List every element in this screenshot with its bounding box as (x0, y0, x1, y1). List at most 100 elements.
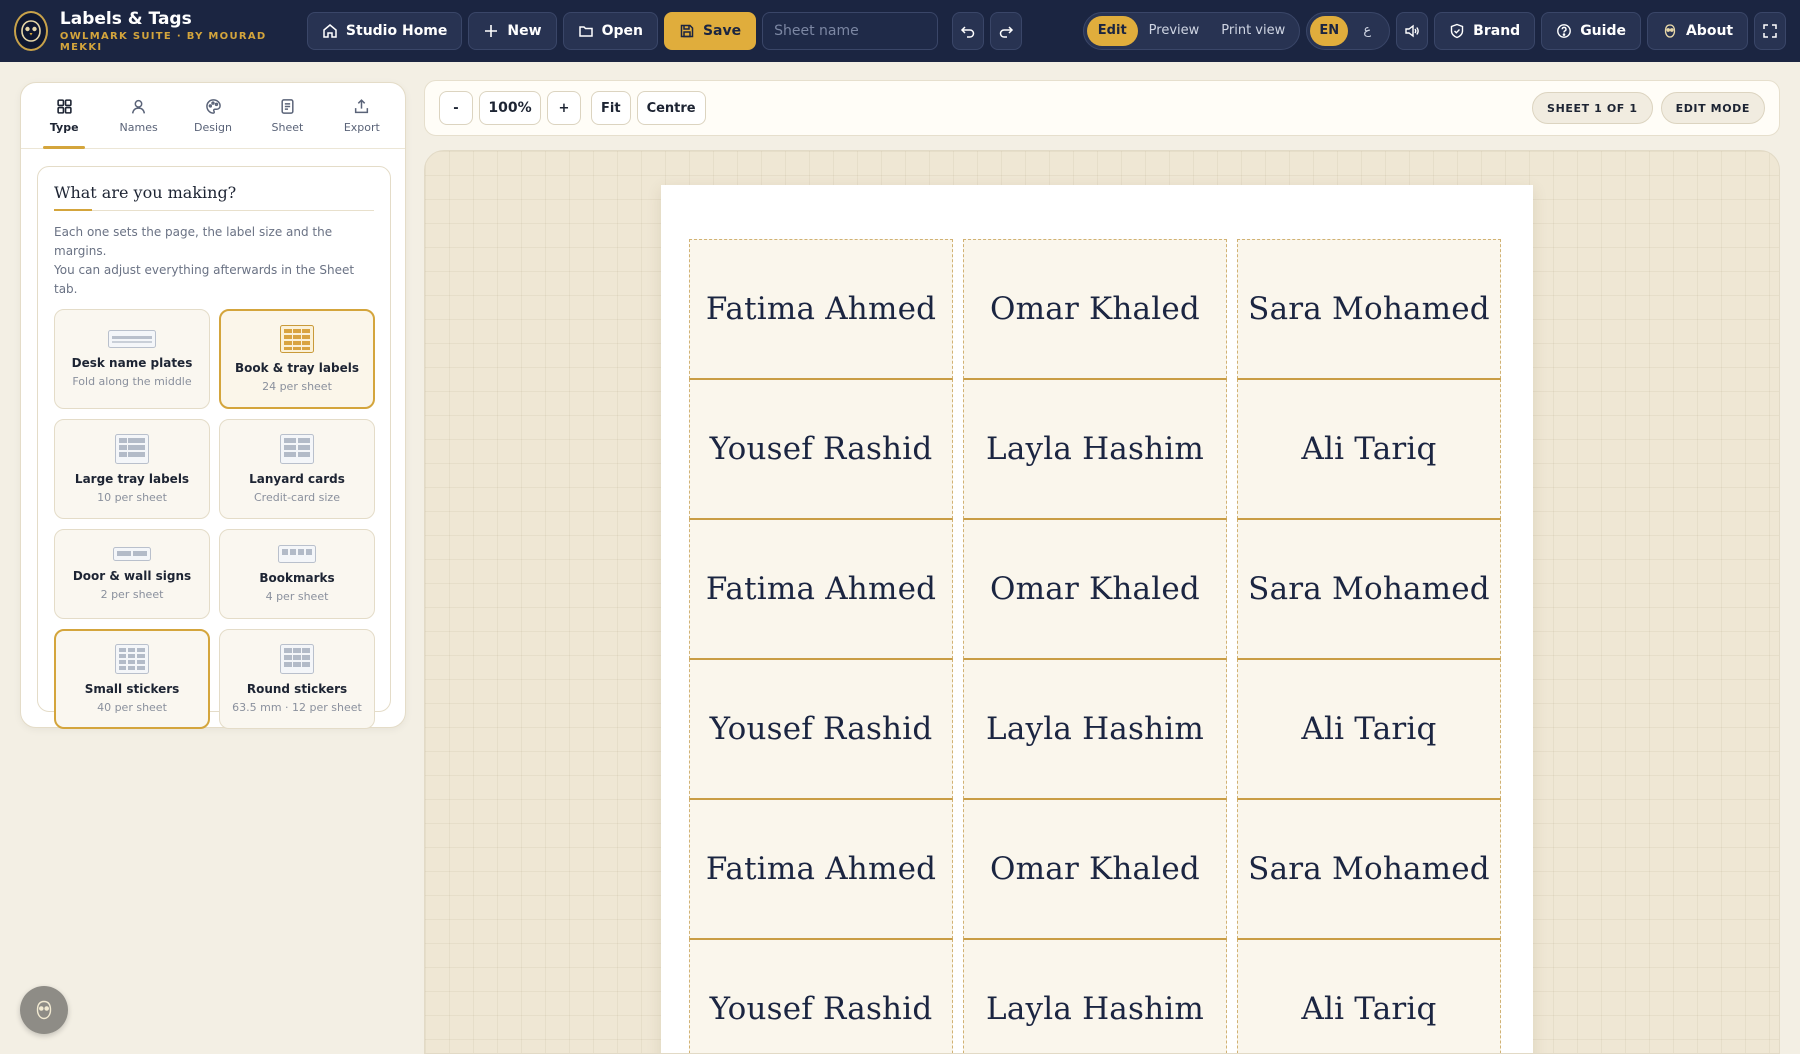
label-cell[interactable]: Ali Tariq (1237, 379, 1501, 519)
guide-label: Guide (1580, 23, 1626, 39)
app-subtitle: OWLMARK SUITE · BY MOURAD MEKKI (59, 31, 267, 53)
bookmark-sheet-icon (278, 545, 316, 563)
about-button[interactable]: About (1646, 12, 1749, 50)
sound-button[interactable] (1396, 12, 1429, 50)
label-cell[interactable]: Sara Mohamed (1237, 519, 1501, 659)
type-bookmarks[interactable]: Bookmarks 4 per sheet (219, 529, 375, 619)
label-cell[interactable]: Yousef Rashid (689, 659, 953, 799)
type-small-stickers[interactable]: Small stickers 40 per sheet (54, 629, 210, 729)
label-cell[interactable]: Layla Hashim (963, 379, 1227, 519)
label-cell[interactable]: Fatima Ahmed (689, 519, 953, 659)
tab-design[interactable]: Design (176, 83, 250, 148)
label-sheet: Fatima Ahmed Omar Khaled Sara Mohamed Yo… (661, 185, 1533, 1053)
tab-names-label: Names (119, 120, 158, 134)
sheet-indicator: SHEET 1 OF 1 (1532, 92, 1653, 124)
studio-home-button[interactable]: Studio Home (306, 12, 463, 50)
label-type-grid: Desk name plates Fold along the middle B… (54, 309, 375, 729)
label-sheet-icon (280, 434, 314, 464)
floppy-disk-icon (680, 24, 694, 38)
sheet-name-input[interactable] (762, 12, 939, 50)
brand-button[interactable]: Brand (1434, 12, 1536, 50)
type-round-stickers[interactable]: Round stickers 63.5 mm · 12 per sheet (219, 629, 375, 729)
sign-icon (113, 547, 151, 561)
new-button[interactable]: New (468, 12, 557, 50)
label-grid: Fatima Ahmed Omar Khaled Sara Mohamed Yo… (689, 239, 1501, 1053)
description-line-1: Each one sets the page, the label size a… (54, 225, 333, 258)
panel-tabs: Type Names Design Sheet Export (21, 83, 405, 149)
tab-type[interactable]: Type (27, 83, 101, 149)
label-sheet-icon (115, 434, 149, 464)
open-label: Open (601, 23, 643, 39)
tile-sub: Fold along the middle (72, 375, 192, 388)
name-plate-icon (108, 330, 156, 348)
help-circle-icon (1557, 24, 1572, 38)
fit-button[interactable]: Fit (591, 91, 631, 125)
redo-button[interactable] (990, 12, 1022, 50)
save-button[interactable]: Save (663, 12, 757, 50)
tab-type-label: Type (49, 120, 79, 134)
label-cell[interactable]: Ali Tariq (1237, 659, 1501, 799)
label-cell[interactable]: Yousef Rashid (689, 379, 953, 519)
label-cell[interactable]: Sara Mohamed (1237, 239, 1501, 379)
palette-icon (205, 98, 221, 114)
tile-sub: Credit-card size (254, 491, 340, 504)
language-en[interactable]: EN (1310, 16, 1349, 46)
assistant-button[interactable] (20, 986, 68, 1034)
label-cell[interactable]: Ali Tariq (1237, 939, 1501, 1053)
new-label: New (507, 23, 542, 39)
type-lanyard-cards[interactable]: Lanyard cards Credit-card size (219, 419, 375, 519)
edit-mode-badge: EDIT MODE (1660, 92, 1765, 124)
tab-sheet[interactable]: Sheet (250, 83, 324, 148)
owl-logo-icon (14, 11, 48, 51)
tab-export[interactable]: Export (325, 83, 399, 148)
sticker-sheet-icon (280, 644, 314, 674)
label-cell[interactable]: Fatima Ahmed (689, 239, 953, 379)
home-icon (323, 24, 337, 38)
tile-sub: 63.5 mm · 12 per sheet (232, 701, 362, 714)
centre-button[interactable]: Centre (636, 91, 706, 125)
label-cell[interactable]: Fatima Ahmed (689, 799, 953, 939)
view-mode-switch: Edit Preview Print view (1082, 12, 1301, 50)
label-cell[interactable]: Yousef Rashid (689, 939, 953, 1053)
type-door-wall-signs[interactable]: Door & wall signs 2 per sheet (54, 529, 210, 619)
description-line-2: You can adjust everything afterwards in … (54, 263, 355, 296)
type-desk-name-plates[interactable]: Desk name plates Fold along the middle (54, 309, 210, 409)
tile-sub: 2 per sheet (100, 588, 164, 601)
redo-icon (999, 26, 1014, 38)
label-cell[interactable]: Layla Hashim (963, 939, 1227, 1053)
type-large-tray-labels[interactable]: Large tray labels 10 per sheet (54, 419, 210, 519)
undo-button[interactable] (952, 12, 985, 50)
speaker-icon (1405, 24, 1420, 38)
tile-name: Book & tray labels (234, 361, 359, 375)
open-button[interactable]: Open (562, 12, 658, 50)
mode-print-view[interactable]: Print view (1210, 16, 1296, 46)
tile-name: Lanyard cards (249, 472, 345, 486)
mode-edit[interactable]: Edit (1086, 16, 1138, 46)
grid-icon (57, 98, 72, 114)
tile-name: Bookmarks (259, 571, 335, 585)
document-icon (281, 98, 294, 114)
label-cell[interactable]: Omar Khaled (963, 239, 1227, 379)
user-icon (132, 99, 146, 114)
mode-preview[interactable]: Preview (1138, 16, 1211, 46)
about-label: About (1685, 23, 1734, 39)
label-cell[interactable]: Omar Khaled (963, 799, 1227, 939)
tab-names[interactable]: Names (101, 83, 175, 148)
zoom-in-button[interactable]: + (547, 91, 581, 125)
label-cell[interactable]: Layla Hashim (963, 659, 1227, 799)
tile-name: Large tray labels (74, 472, 190, 486)
label-cell[interactable]: Omar Khaled (963, 519, 1227, 659)
tile-name: Small stickers (84, 682, 180, 696)
type-book-tray-labels[interactable]: Book & tray labels 24 per sheet (219, 309, 375, 409)
label-cell[interactable]: Sara Mohamed (1237, 799, 1501, 939)
fullscreen-button[interactable] (1754, 12, 1787, 50)
guide-button[interactable]: Guide (1541, 12, 1641, 50)
sticker-sheet-icon (115, 644, 149, 674)
language-ar[interactable]: ع (1348, 16, 1386, 46)
app-title: Labels & Tags (59, 9, 192, 29)
zoom-out-button[interactable]: - (439, 91, 473, 125)
tile-sub: 40 per sheet (97, 701, 167, 714)
top-bar: Labels & Tags OWLMARK SUITE · BY MOURAD … (0, 0, 1800, 62)
zoom-level: 100% (479, 91, 541, 125)
fullscreen-icon (1763, 24, 1777, 38)
